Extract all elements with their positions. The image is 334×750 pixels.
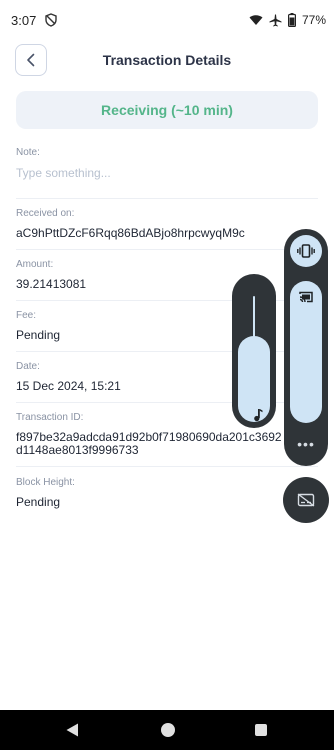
page-title: Transaction Details bbox=[0, 52, 334, 68]
battery-percent: 77% bbox=[302, 13, 326, 27]
do-not-disturb-icon bbox=[44, 13, 58, 27]
cast-icon bbox=[299, 291, 313, 303]
music-note-icon bbox=[253, 408, 263, 422]
status-bar: 3:07 77% bbox=[0, 0, 334, 42]
nav-back-icon[interactable] bbox=[66, 723, 79, 737]
more-options-button[interactable]: ••• bbox=[284, 434, 328, 454]
received-on-value: aC9hPttDZcF6Rqq86BdABjo8hrpcwyqM9c bbox=[16, 227, 318, 240]
system-navigation-bar bbox=[0, 710, 334, 750]
volume-slider-handle[interactable] bbox=[253, 296, 255, 338]
captions-off-icon bbox=[297, 493, 315, 507]
battery-icon bbox=[288, 13, 296, 27]
live-caption-button[interactable] bbox=[283, 477, 329, 523]
note-input[interactable]: Type something... bbox=[16, 166, 318, 180]
received-on-label: Received on: bbox=[16, 208, 318, 219]
status-banner: Receiving (~10 min) bbox=[16, 91, 318, 129]
media-volume-panel[interactable] bbox=[232, 274, 276, 428]
status-banner-text: Receiving (~10 min) bbox=[101, 102, 233, 118]
amount-label: Amount: bbox=[16, 259, 318, 270]
transaction-id-value-line2: d1148ae8013f9996733 bbox=[16, 444, 318, 457]
divider bbox=[16, 466, 318, 467]
media-volume-slider[interactable] bbox=[238, 336, 270, 422]
nav-recents-icon[interactable] bbox=[255, 724, 267, 736]
divider bbox=[16, 198, 318, 199]
status-time: 3:07 bbox=[11, 13, 36, 28]
block-height-value: Pending bbox=[16, 496, 318, 509]
block-height-field: Block Height: Pending bbox=[16, 477, 318, 509]
transaction-id-field: Transaction ID: f897be32a9adcda91d92b0f7… bbox=[16, 412, 318, 457]
vibrate-icon bbox=[297, 244, 315, 258]
divider bbox=[16, 249, 318, 250]
note-label: Note: bbox=[16, 147, 318, 158]
nav-home-icon[interactable] bbox=[161, 723, 175, 737]
note-field: Note: Type something... bbox=[16, 147, 318, 180]
ringer-volume-panel[interactable]: ••• bbox=[284, 229, 328, 466]
vibrate-toggle[interactable] bbox=[290, 235, 322, 267]
cast-volume-slider[interactable] bbox=[290, 281, 322, 423]
block-height-label: Block Height: bbox=[16, 477, 318, 488]
wifi-icon bbox=[249, 14, 263, 26]
airplane-icon bbox=[269, 14, 282, 27]
received-on-field: Received on: aC9hPttDZcF6Rqq86BdABjo8hrp… bbox=[16, 208, 318, 240]
